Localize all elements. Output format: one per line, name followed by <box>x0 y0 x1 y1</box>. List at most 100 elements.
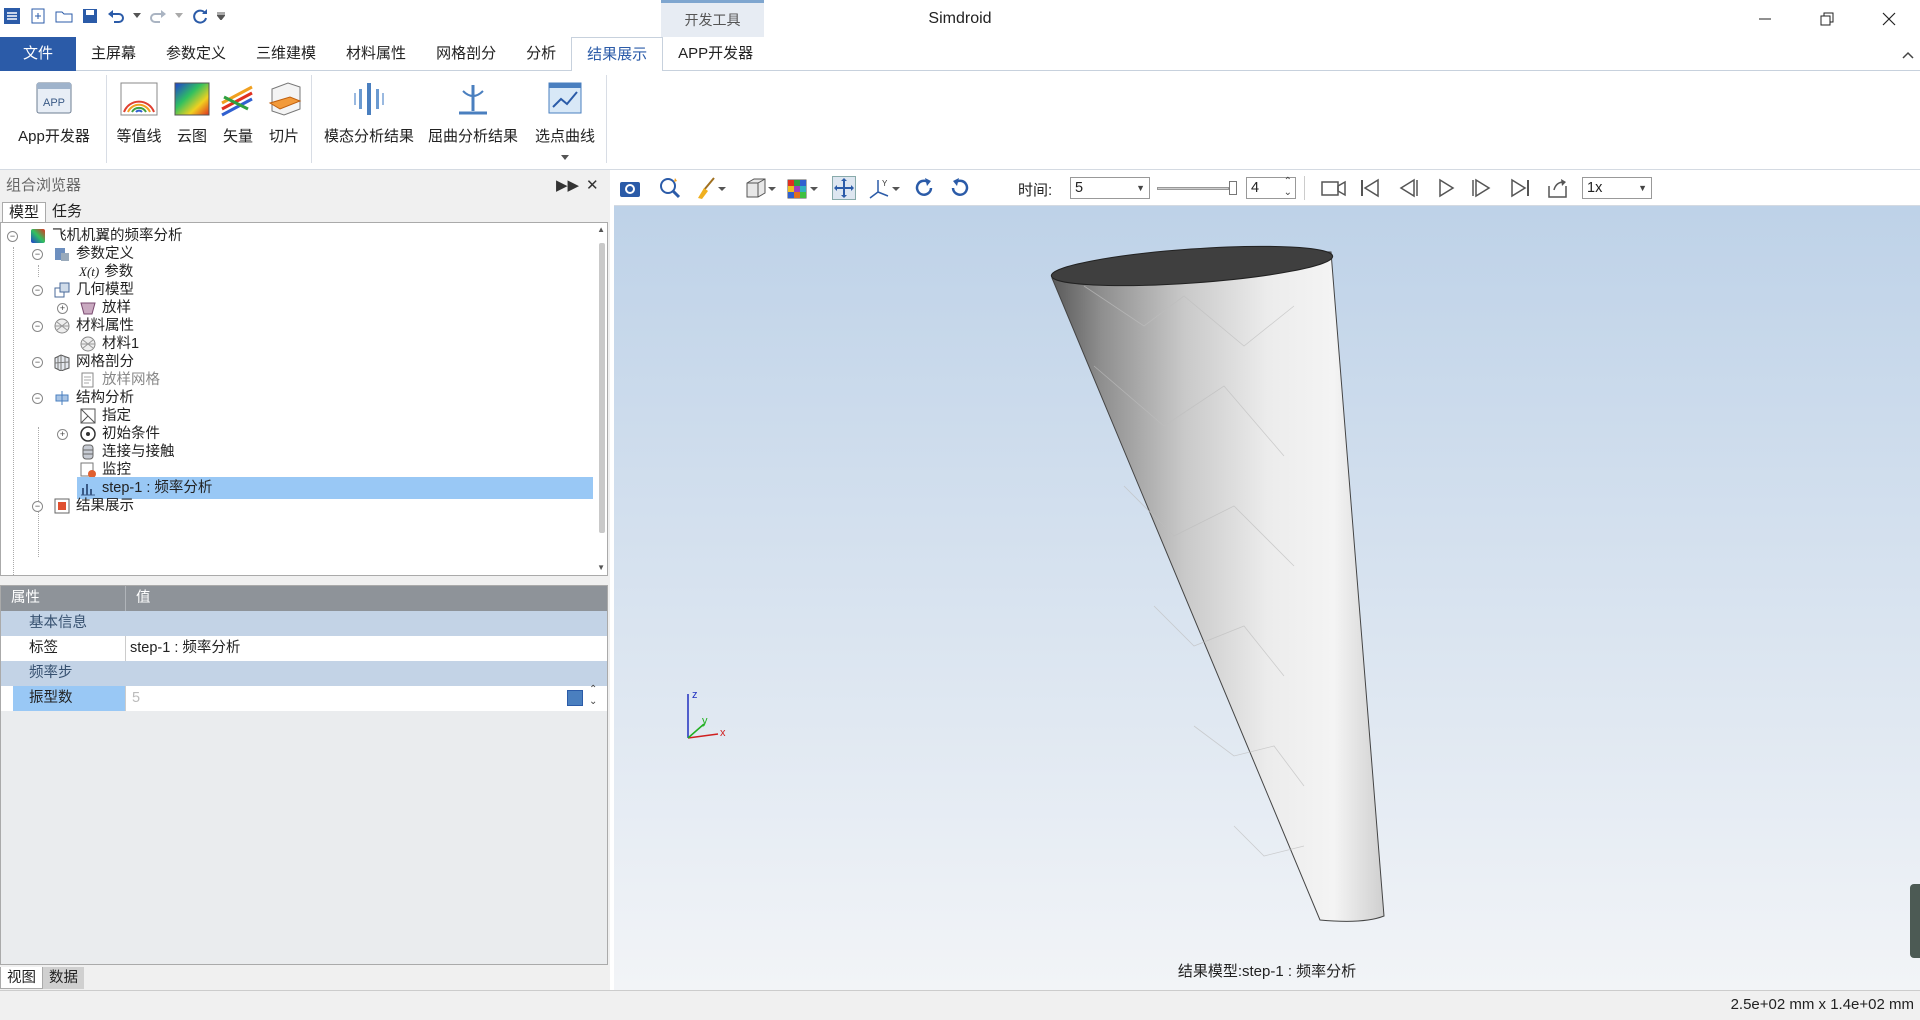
tab-material[interactable]: 材料属性 <box>331 37 421 71</box>
scroll-down-icon[interactable]: ▼ <box>597 563 605 572</box>
collapse-toggle[interactable]: − <box>32 501 43 512</box>
slice-button[interactable]: 切片 <box>262 79 306 146</box>
link-icon[interactable] <box>567 690 583 706</box>
pan-icon[interactable] <box>832 176 856 200</box>
buckling-result-icon <box>453 79 493 119</box>
speed-select[interactable]: 1x ▼ <box>1582 177 1652 199</box>
viewport-caption: 结果模型:step-1 : 频率分析 <box>1177 963 1357 980</box>
tab-3d-modeling[interactable]: 三维建模 <box>241 37 331 71</box>
customize-qat-icon[interactable] <box>216 6 226 26</box>
collapse-ribbon-icon[interactable] <box>1902 47 1914 63</box>
context-tab-dev-tools[interactable]: 开发工具 <box>661 0 764 37</box>
collapse-toggle[interactable]: − <box>32 321 43 332</box>
prev-frame-icon[interactable] <box>1396 176 1420 200</box>
record-video-icon[interactable] <box>1320 176 1346 200</box>
play-icon[interactable] <box>1434 176 1458 200</box>
collapse-toggle[interactable]: − <box>32 357 43 368</box>
undo-icon[interactable] <box>106 6 126 26</box>
app-logo-icon[interactable] <box>2 6 22 26</box>
collapse-toggle[interactable]: − <box>32 393 43 404</box>
tree-guide <box>38 265 39 277</box>
clear-broom-icon[interactable] <box>694 176 718 200</box>
minimize-icon[interactable] <box>1734 0 1796 37</box>
contour-button[interactable]: 等值线 <box>112 79 166 146</box>
tree-node-results[interactable]: 结果展示 <box>53 495 134 517</box>
ribbon-separator <box>311 75 312 163</box>
property-value: step-1 : 频率分析 <box>125 636 240 661</box>
save-icon[interactable] <box>80 6 100 26</box>
expand-toggle[interactable]: + <box>57 303 68 314</box>
rotate-left-icon[interactable] <box>912 176 936 200</box>
3d-viewport[interactable]: z y x 结果模型:step-1 : 频率分析 <box>614 206 1920 990</box>
time-select[interactable]: 5 ▼ <box>1070 177 1150 199</box>
wing-model[interactable] <box>614 206 1920 990</box>
tab-app-dev[interactable]: APP开发器 <box>663 37 768 71</box>
tab-model[interactable]: 模型 <box>2 202 47 222</box>
property-row-label[interactable]: 标签 step-1 : 频率分析 <box>1 636 607 661</box>
redo-icon[interactable] <box>148 6 168 26</box>
tab-param-def[interactable]: 参数定义 <box>151 37 241 71</box>
tab-mesh[interactable]: 网格剖分 <box>421 37 511 71</box>
tab-tasks[interactable]: 任务 <box>46 202 88 222</box>
mesh-icon <box>53 353 71 372</box>
property-row-modes[interactable]: 振型数 5 ⌃ ⌄ <box>1 684 607 711</box>
side-handle[interactable] <box>1910 884 1920 958</box>
tree-scrollbar[interactable] <box>599 243 605 533</box>
collapse-toggle[interactable]: − <box>32 285 43 296</box>
buckling-result-button[interactable]: 屈曲分析结果 <box>424 79 522 146</box>
toolbar-separator <box>1304 176 1305 200</box>
screenshot-icon[interactable] <box>618 176 642 200</box>
axes-orientation-icon[interactable]: Y <box>868 176 892 200</box>
pick-curve-label: 选点曲线 <box>534 128 595 145</box>
chevron-down-icon[interactable] <box>530 148 600 165</box>
scroll-up-icon[interactable]: ▲ <box>597 225 605 234</box>
ribbon-separator <box>106 75 107 163</box>
close-icon[interactable] <box>1858 0 1920 37</box>
chevron-down-icon[interactable] <box>718 176 728 200</box>
modes-spinbox[interactable]: 5 <box>125 686 565 711</box>
group-basic-info[interactable]: 基本信息 <box>1 611 607 636</box>
first-frame-icon[interactable] <box>1358 176 1382 200</box>
open-folder-icon[interactable] <box>54 6 74 26</box>
cloud-button[interactable]: 云图 <box>170 79 214 146</box>
redo-dropdown-icon[interactable] <box>174 6 184 26</box>
group-freq-step[interactable]: 频率步 <box>1 661 607 686</box>
chevron-down-icon[interactable] <box>768 176 778 200</box>
rotate-right-icon[interactable] <box>948 176 972 200</box>
chevron-down-icon[interactable] <box>810 176 820 200</box>
tab-view[interactable]: 视图 <box>0 967 43 989</box>
combo-browser-title: 组合浏览器 <box>6 177 82 194</box>
restore-icon[interactable] <box>1796 0 1858 37</box>
spin-arrows-icon[interactable]: ⌃ ⌄ <box>589 684 597 708</box>
chevron-down-icon[interactable] <box>892 176 902 200</box>
display-mode-icon[interactable] <box>786 176 810 200</box>
time-slider[interactable] <box>1157 187 1229 190</box>
auto-hide-icon[interactable]: ▶▶ <box>556 170 579 202</box>
tab-home[interactable]: 主屏幕 <box>76 37 151 71</box>
frame-spinbox[interactable]: 4 ⌃ ⌄ <box>1246 176 1296 199</box>
tree-node-step1[interactable]: step-1 : 频率分析 <box>77 477 593 499</box>
collapse-toggle[interactable]: − <box>7 231 18 242</box>
time-slider-handle[interactable] <box>1229 181 1237 195</box>
tab-data[interactable]: 数据 <box>43 967 84 989</box>
zoom-fit-icon[interactable] <box>658 176 682 200</box>
modal-result-button[interactable]: 模态分析结果 <box>320 79 418 146</box>
pick-curve-button[interactable]: 选点曲线 <box>530 79 600 165</box>
vector-button[interactable]: 矢量 <box>216 79 260 146</box>
axis-x-label: x <box>720 727 726 739</box>
export-icon[interactable] <box>1546 176 1570 200</box>
new-file-icon[interactable] <box>28 6 48 26</box>
file-menu[interactable]: 文件 <box>0 37 76 71</box>
last-frame-icon[interactable] <box>1508 176 1532 200</box>
next-frame-icon[interactable] <box>1470 176 1494 200</box>
app-dev-button[interactable]: APP App开发器 <box>14 79 94 146</box>
undo-dropdown-icon[interactable] <box>132 6 142 26</box>
result-icon <box>53 497 71 515</box>
tab-analysis[interactable]: 分析 <box>511 37 571 71</box>
collapse-toggle[interactable]: − <box>32 249 43 260</box>
refresh-icon[interactable] <box>190 6 210 26</box>
view-cube-icon[interactable] <box>744 176 768 200</box>
expand-toggle[interactable]: + <box>57 429 68 440</box>
close-panel-icon[interactable]: ✕ <box>586 170 599 202</box>
tab-results[interactable]: 结果展示 <box>571 37 664 72</box>
